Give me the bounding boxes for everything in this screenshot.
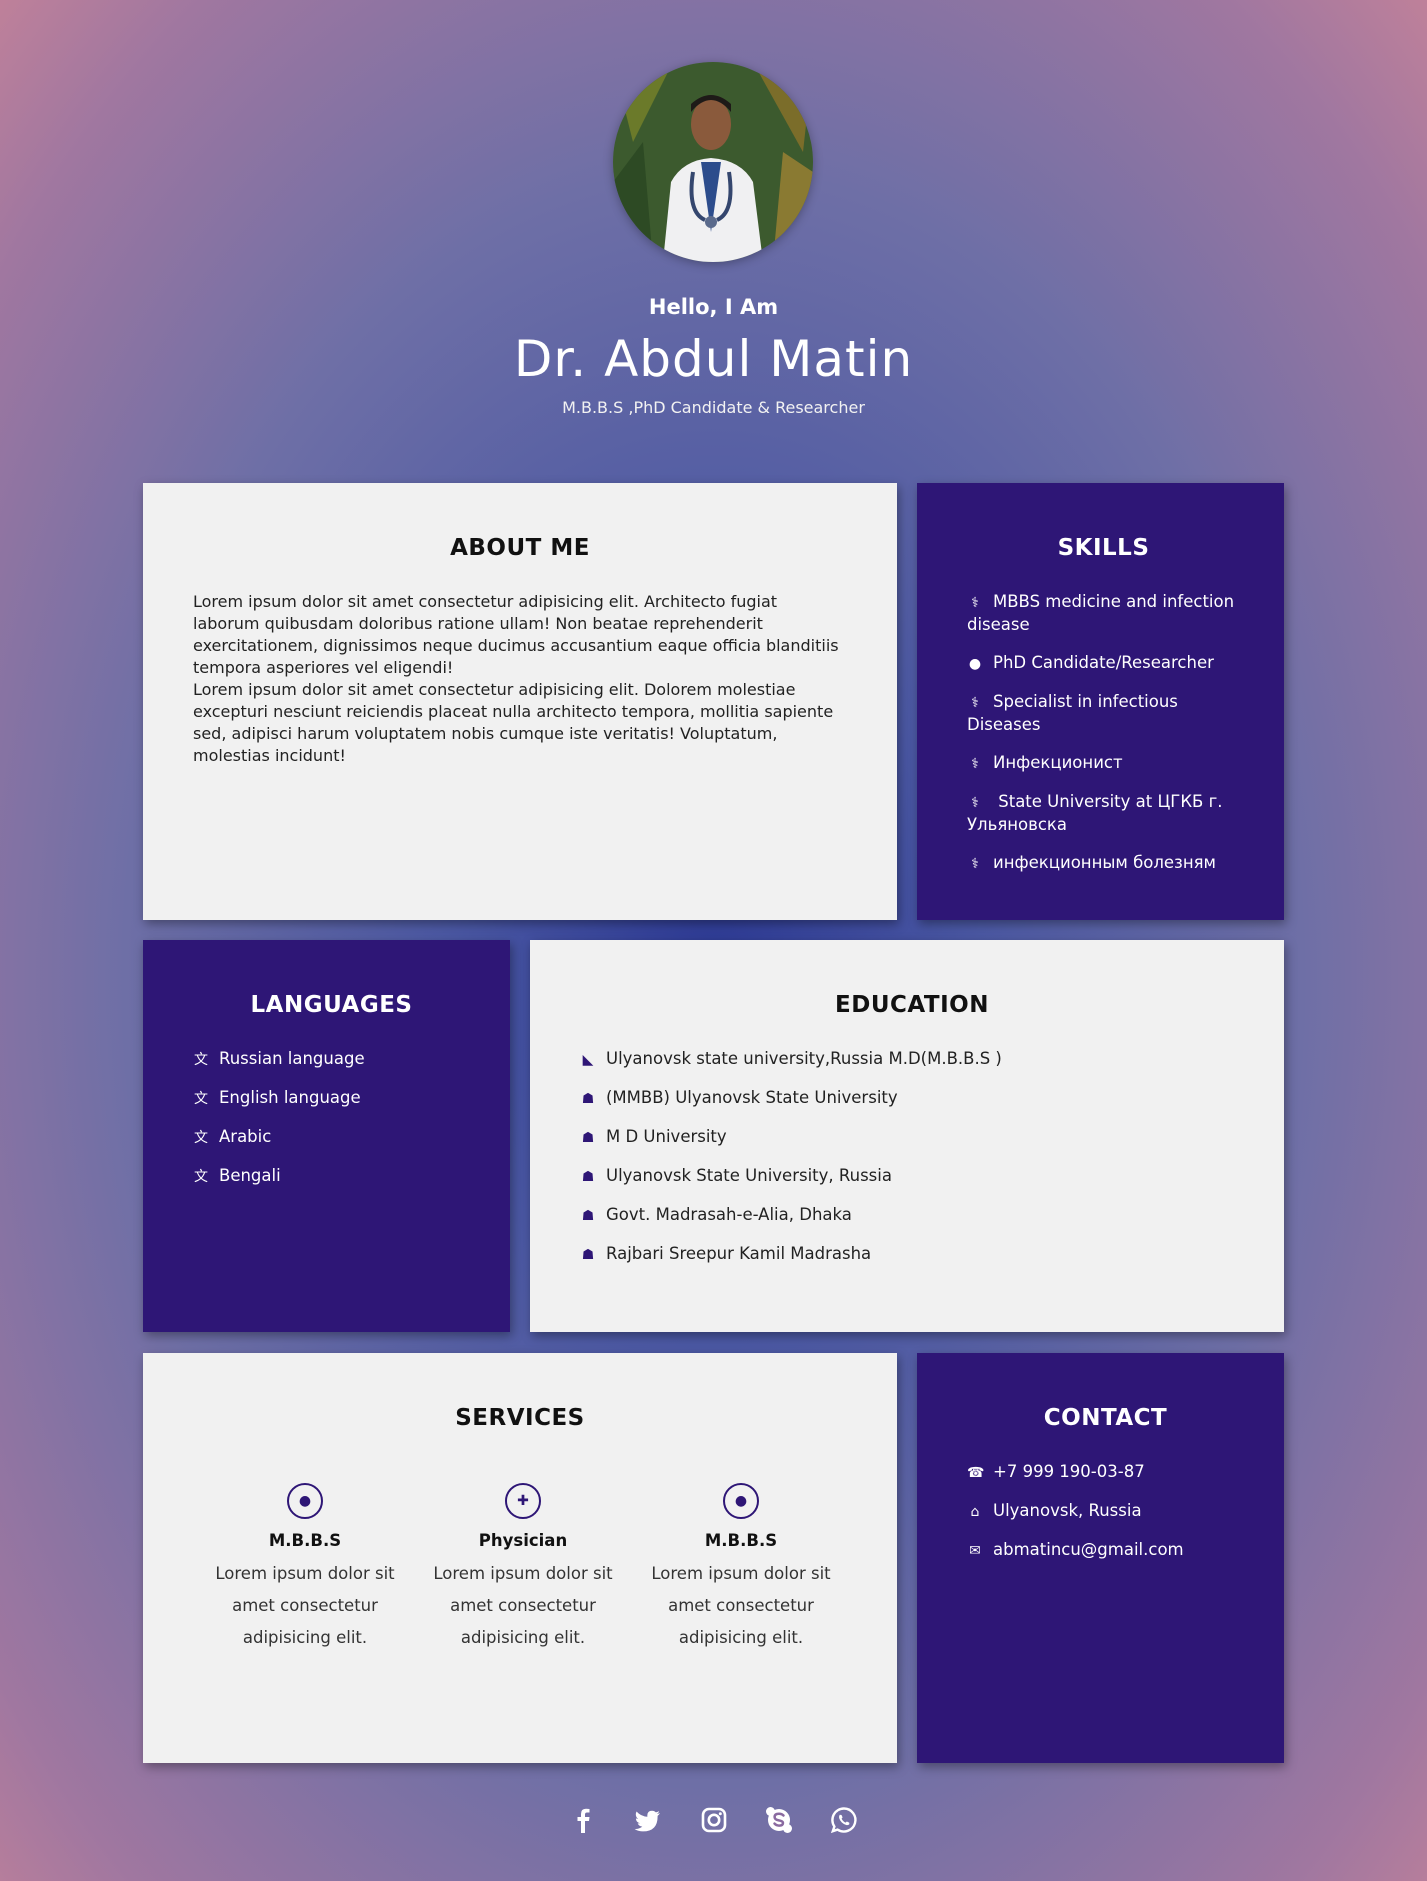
institution-icon: ☗ (581, 1091, 595, 1107)
service-desc: Lorem ipsum dolor sit amet consectetur a… (433, 1564, 613, 1647)
contact-list: ☎ +7 999 190-03-87 ⌂ Ulyanovsk, Russia ✉ ab… (967, 1461, 1244, 1562)
language-icon: 文 (194, 1169, 208, 1185)
language-item: 文 Bengali (193, 1165, 470, 1188)
institution-icon: ☗ (581, 1247, 595, 1263)
education-item-label: Ulyanovsk State University, Russia (606, 1166, 892, 1185)
language-icon: 文 (194, 1052, 208, 1068)
medkit-icon: ✚ (505, 1483, 541, 1519)
hero-name: Dr. Abdul Matin (513, 330, 914, 388)
language-item-label: English language (219, 1088, 361, 1107)
contact-title: CONTACT (1043, 1405, 1168, 1431)
skills-item-label: PhD Candidate/Researcher (993, 653, 1214, 672)
service-item: ✚ Physician Lorem ipsum dolor sit amet c… (433, 1483, 613, 1654)
skills-title: SKILLS (1057, 535, 1150, 561)
languages-list: 文 Russian language 文 English language 文 Ara… (193, 1048, 470, 1188)
contact-item: ☎ +7 999 190-03-87 (967, 1461, 1244, 1484)
skills-item: ⚕ инфекционным болезням (967, 852, 1240, 875)
home-icon: ⌂ (970, 1504, 980, 1520)
about-paragraph-1: Lorem ipsum dolor sit amet consectetur a… (193, 592, 839, 677)
language-item: 文 Arabic (193, 1126, 470, 1149)
skills-item-label: Specialist in infectious Diseases (967, 692, 1178, 734)
service-item: ● M.B.B.S Lorem ipsum dolor sit amet con… (215, 1483, 395, 1654)
language-item-label: Bengali (219, 1166, 281, 1185)
about-title: ABOUT ME (450, 535, 590, 561)
education-item-label: (MMBB) Ulyanovsk State University (606, 1088, 898, 1107)
skills-item-label: Инфекционист (993, 753, 1123, 772)
language-item-label: Arabic (219, 1127, 272, 1146)
skills-item-label: инфекционным болезням (993, 853, 1216, 872)
education-item-label: M D University (606, 1127, 727, 1146)
education-item: ☗ (MMBB) Ulyanovsk State University (580, 1087, 1244, 1110)
avatar (613, 62, 813, 262)
service-desc: Lorem ipsum dolor sit amet consectetur a… (215, 1564, 395, 1647)
skills-item: ⚕ State University at ЦГКБ г. Ульяновска (967, 791, 1240, 836)
stethoscope-icon: ⚕ (971, 695, 979, 711)
contact-address: Ulyanovsk, Russia (993, 1501, 1142, 1520)
about-paragraph: Lorem ipsum dolor sit amet consectetur a… (193, 591, 847, 767)
skills-item: ● PhD Candidate/Researcher (967, 652, 1240, 675)
envelope-icon: ✉ (969, 1543, 981, 1559)
service-title: M.B.B.S (268, 1531, 342, 1550)
contact-item: ✉ abmatincu@gmail.com (967, 1539, 1244, 1562)
contact-email[interactable]: abmatincu@gmail.com (993, 1540, 1184, 1559)
education-title: EDUCATION (835, 992, 989, 1018)
education-item: ☗ Rajbari Sreepur Kamil Madrasha (580, 1243, 1244, 1266)
stethoscope-icon: ⚕ (971, 795, 979, 811)
hero-greeting: Hello, I Am (648, 295, 779, 319)
stethoscope-icon: ⚕ (971, 756, 979, 772)
skills-card: SKILLS ⚕ MBBS medicine and infection dise… (917, 483, 1284, 920)
education-card: EDUCATION ◣ Ulyanovsk state university,Ru… (530, 940, 1284, 1332)
languages-card: LANGUAGES 文 Russian language 文 English lan… (143, 940, 510, 1332)
language-icon: 文 (194, 1091, 208, 1107)
skills-item: ⚕ MBBS medicine and infection disease (967, 591, 1240, 636)
service-title: M.B.B.S (704, 1531, 778, 1550)
service-item: ● M.B.B.S Lorem ipsum dolor sit amet con… (651, 1483, 831, 1654)
education-item: ◣ Ulyanovsk state university,Russia M.D(M… (580, 1048, 1244, 1071)
education-item: ☗ Ulyanovsk State University, Russia (580, 1165, 1244, 1188)
institution-icon: ☗ (581, 1169, 595, 1185)
stethoscope-icon: ⚕ (971, 856, 979, 872)
languages-title: LANGUAGES (250, 992, 413, 1018)
skills-item: ⚕ Specialist in infectious Diseases (967, 691, 1240, 736)
graduation-cap-icon: ◣ (582, 1052, 594, 1068)
service-title: Physician (478, 1531, 568, 1550)
skills-item-label: MBBS medicine and infection disease (967, 592, 1235, 634)
facebook-icon[interactable] (568, 1805, 598, 1835)
education-list: ◣ Ulyanovsk state university,Russia M.D(M… (580, 1048, 1244, 1266)
hero-tagline: M.B.B.S ,PhD Candidate & Researcher (562, 398, 865, 417)
hero-header: Hello, I Am Dr. Abdul Matin M.B.B.S ,PhD… (0, 0, 1427, 440)
skype-icon[interactable] (764, 1805, 794, 1835)
phone-icon: ☎ (967, 1465, 985, 1481)
about-card: ABOUT ME Lorem ipsum dolor sit amet cons… (143, 483, 897, 920)
service-desc: Lorem ipsum dolor sit amet consectetur a… (651, 1564, 831, 1647)
education-item: ☗ Govt. Madrasah-e-Alia, Dhaka (580, 1204, 1244, 1227)
whatsapp-icon[interactable] (829, 1805, 859, 1835)
contact-phone[interactable]: +7 999 190-03-87 (993, 1462, 1145, 1481)
about-paragraph-2: Lorem ipsum dolor sit amet consectetur a… (193, 680, 834, 765)
user-icon: ● (723, 1483, 759, 1519)
contact-card: CONTACT ☎ +7 999 190-03-87 ⌂ Ulyanovsk, Ru… (917, 1353, 1284, 1763)
instagram-icon[interactable] (699, 1805, 729, 1835)
user-icon: ● (287, 1483, 323, 1519)
user-icon: ● (968, 656, 982, 672)
twitter-icon[interactable] (633, 1805, 663, 1835)
language-icon: 文 (194, 1130, 208, 1146)
institution-icon: ☗ (581, 1208, 595, 1224)
institution-icon: ☗ (581, 1130, 595, 1146)
education-item: ☗ M D University (580, 1126, 1244, 1149)
stethoscope-icon: ⚕ (971, 595, 979, 611)
education-item-label: Rajbari Sreepur Kamil Madrasha (606, 1244, 872, 1263)
skills-item-label: State University at ЦГКБ г. Ульяновска (967, 792, 1223, 834)
skills-item: ⚕ Инфекционист (967, 752, 1240, 775)
education-item-label: Ulyanovsk state university,Russia M.D(M.… (606, 1049, 1002, 1068)
social-links (0, 1805, 1427, 1839)
services-title: SERVICES (455, 1405, 585, 1431)
contact-item: ⌂ Ulyanovsk, Russia (967, 1500, 1244, 1523)
education-item-label: Govt. Madrasah-e-Alia, Dhaka (606, 1205, 852, 1224)
services-card: SERVICES ● M.B.B.S Lorem ipsum dolor sit… (143, 1353, 897, 1763)
skills-list: ⚕ MBBS medicine and infection disease ● Ph… (967, 591, 1240, 875)
language-item-label: Russian language (219, 1049, 365, 1068)
language-item: 文 English language (193, 1087, 470, 1110)
language-item: 文 Russian language (193, 1048, 470, 1071)
